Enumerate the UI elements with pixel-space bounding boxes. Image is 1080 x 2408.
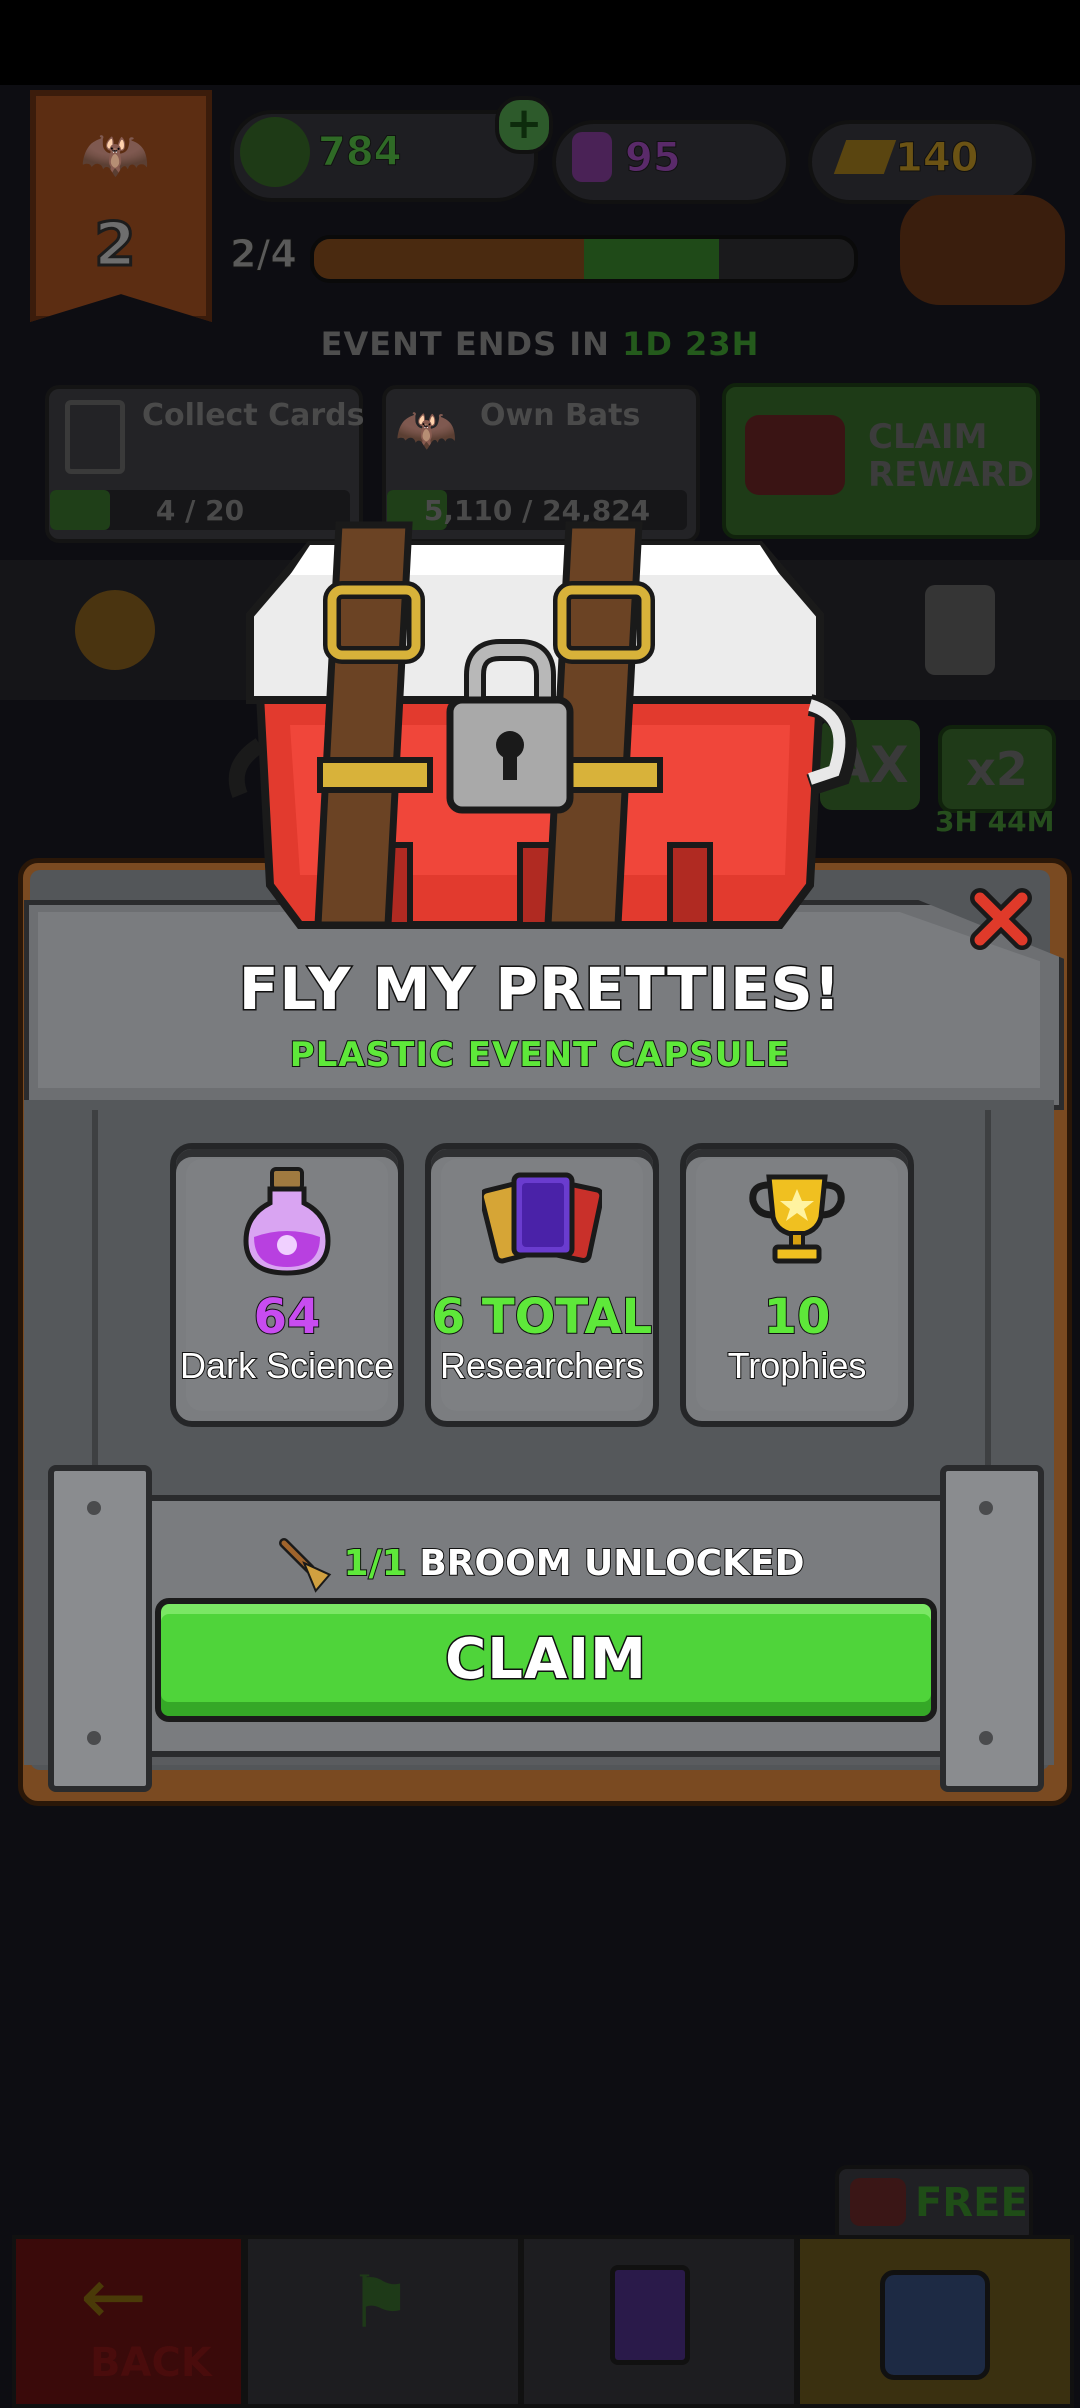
rank-number: 2 [93, 209, 138, 282]
reward-value: 10 [763, 1288, 832, 1346]
cards-icon [482, 1172, 602, 1264]
stage-progress-label: 2/4 [230, 232, 298, 277]
trophy-icon [749, 1174, 845, 1264]
close-icon[interactable] [966, 884, 1036, 954]
task-title: Collect Cards [142, 398, 365, 433]
add-currency-button[interactable]: + [495, 96, 553, 154]
candy-icon[interactable] [75, 590, 155, 670]
reward-card-trophies: 10 Trophies [680, 1143, 914, 1427]
status-bar [0, 0, 1080, 85]
cards-icon [610, 2265, 690, 2365]
gold-currency-value: 140 [895, 135, 979, 182]
right-post [940, 1465, 1044, 1792]
task-title: Own Bats [480, 398, 641, 433]
modal-subtitle: PLASTIC EVENT CAPSULE [289, 1034, 791, 1076]
panel-seam [92, 1110, 98, 1500]
green-currency-value: 784 [318, 129, 402, 176]
event-timer: EVENT ENDS IN 1D 23H [320, 325, 760, 363]
reward-card-dark-science: 64 Dark Science [170, 1143, 404, 1427]
back-label: BACK [90, 2340, 212, 2386]
panel-seam [985, 1110, 991, 1500]
card-icon [65, 400, 125, 474]
reward-label: Dark Science [179, 1344, 395, 1387]
reward-label: Trophies [727, 1344, 868, 1387]
claim-button[interactable]: CLAIM [155, 1598, 937, 1722]
boost-timer: 3H 44M [935, 805, 1055, 838]
chest-icon [745, 415, 845, 495]
potion-icon [572, 132, 612, 182]
broom-unlock-status: 1/1 BROOM UNLOCKED [0, 1535, 1080, 1595]
bat-icon: 🦇 [395, 400, 458, 458]
capsule-chest-icon [228, 521, 857, 929]
chest-icon [850, 2178, 906, 2226]
potion-currency-value: 95 [625, 135, 682, 182]
claim-button-label: CLAIM [444, 1626, 648, 1694]
back-arrow-icon: ← [80, 2250, 148, 2343]
monster-icon [240, 117, 310, 187]
shop-bag-icon [880, 2270, 990, 2380]
laurel-chest-icon[interactable] [900, 195, 1065, 305]
claim-reward-label: CLAIM REWARD [868, 417, 1035, 495]
lock-icon [925, 585, 995, 675]
potion-icon [243, 1167, 331, 1276]
stage-progress-bar [310, 235, 858, 283]
bat-icon: 🦇 [80, 122, 150, 187]
reward-value: 6 TOTAL [431, 1288, 653, 1346]
boost-x2-button[interactable]: x2 [938, 725, 1056, 813]
broom-icon [278, 1538, 331, 1593]
reward-label: Researchers [439, 1344, 645, 1387]
left-post [48, 1465, 152, 1792]
reward-value: 64 [253, 1288, 322, 1346]
free-label: FREE [915, 2180, 1028, 2226]
modal-title: FLY MY PRETTIES! [237, 954, 842, 1025]
reward-card-researchers: 6 TOTAL Researchers [425, 1143, 659, 1427]
flag-icon: ⚑ [347, 2260, 413, 2344]
